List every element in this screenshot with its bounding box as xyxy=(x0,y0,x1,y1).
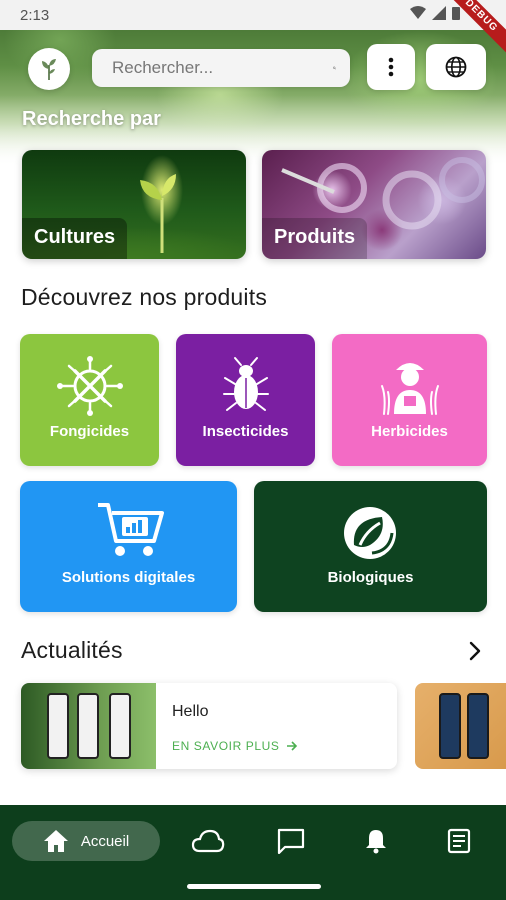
sprout-logo-icon xyxy=(42,59,56,80)
read-more-link[interactable]: EN SAVOIR PLUS xyxy=(172,739,298,753)
news-title: Hello xyxy=(172,703,209,720)
home-icon xyxy=(43,830,68,852)
news-image xyxy=(21,683,156,769)
phone-mockup xyxy=(77,693,99,759)
leaf-logo-icon xyxy=(344,507,396,559)
products-section-title: Découvrez nos produits xyxy=(21,284,268,310)
chat-icon xyxy=(277,828,305,854)
read-more-label: EN SAVOIR PLUS xyxy=(172,739,280,753)
category-label-produits: Produits xyxy=(262,218,368,259)
product-tile-solutions-digitales[interactable]: Solutions digitales xyxy=(20,481,237,612)
phone-mockup xyxy=(47,693,69,759)
more-options-button[interactable] xyxy=(367,44,415,90)
more-vert-icon xyxy=(388,57,394,77)
product-label-fongicides: Fongicides xyxy=(49,423,130,440)
product-label-herbicides: Herbicides xyxy=(371,423,448,440)
logo-button[interactable] xyxy=(28,48,70,90)
nav-item-home[interactable]: Accueil xyxy=(12,821,160,861)
sprout-image xyxy=(140,174,176,253)
nav-item-weather[interactable] xyxy=(187,821,229,861)
farmer-icon xyxy=(381,363,439,415)
product-tile-herbicides[interactable]: Herbicides xyxy=(332,334,487,466)
document-icon xyxy=(447,828,471,854)
category-card-cultures[interactable]: Cultures xyxy=(22,150,246,259)
phone-mockup xyxy=(109,693,131,759)
nav-home-label: Accueil xyxy=(80,832,130,850)
phone-mockup xyxy=(439,693,461,759)
search-bar[interactable] xyxy=(92,49,350,87)
product-label-solutions-digitales: Solutions digitales xyxy=(61,569,196,586)
nav-item-documents[interactable] xyxy=(438,821,480,861)
news-card-partial[interactable] xyxy=(415,683,506,769)
nav-item-messages[interactable] xyxy=(270,821,312,861)
category-label-cultures: Cultures xyxy=(22,218,128,259)
phone-mockup xyxy=(467,693,489,759)
chevron-right-icon[interactable] xyxy=(466,640,484,662)
news-section-title: Actualités xyxy=(21,637,123,663)
status-time: 2:13 xyxy=(20,6,50,24)
product-tile-biologiques[interactable]: Biologiques xyxy=(254,481,487,612)
arrow-right-icon xyxy=(286,741,297,751)
battery-icon xyxy=(452,6,460,25)
nav-item-notifications[interactable] xyxy=(355,821,397,861)
beetle-icon xyxy=(223,357,269,411)
category-card-produits[interactable]: Produits xyxy=(262,150,486,259)
news-card[interactable]: Hello EN SAVOIR PLUS xyxy=(21,683,397,769)
search-input[interactable] xyxy=(112,58,333,78)
search-by-title: Recherche par xyxy=(22,108,161,130)
wifi-icon xyxy=(410,5,426,25)
search-icon[interactable] xyxy=(333,58,336,78)
globe-icon xyxy=(445,56,467,78)
cloud-icon xyxy=(191,829,225,853)
bottom-navigation: Accueil xyxy=(0,805,506,900)
signal-icon xyxy=(432,5,446,25)
product-label-biologiques: Biologiques xyxy=(327,569,414,586)
product-tile-insecticides[interactable]: Insecticides xyxy=(176,334,315,466)
language-button[interactable] xyxy=(426,44,486,90)
bell-icon xyxy=(366,830,386,854)
status-bar: 2:13 DEBUG xyxy=(0,0,506,61)
product-tile-fongicides[interactable]: Fongicides xyxy=(20,334,159,466)
product-label-insecticides: Insecticides xyxy=(202,423,289,440)
status-icons xyxy=(410,5,460,25)
digital-cart-icon xyxy=(98,503,164,556)
gesture-home-indicator xyxy=(187,884,321,889)
fungus-icon xyxy=(57,356,123,416)
